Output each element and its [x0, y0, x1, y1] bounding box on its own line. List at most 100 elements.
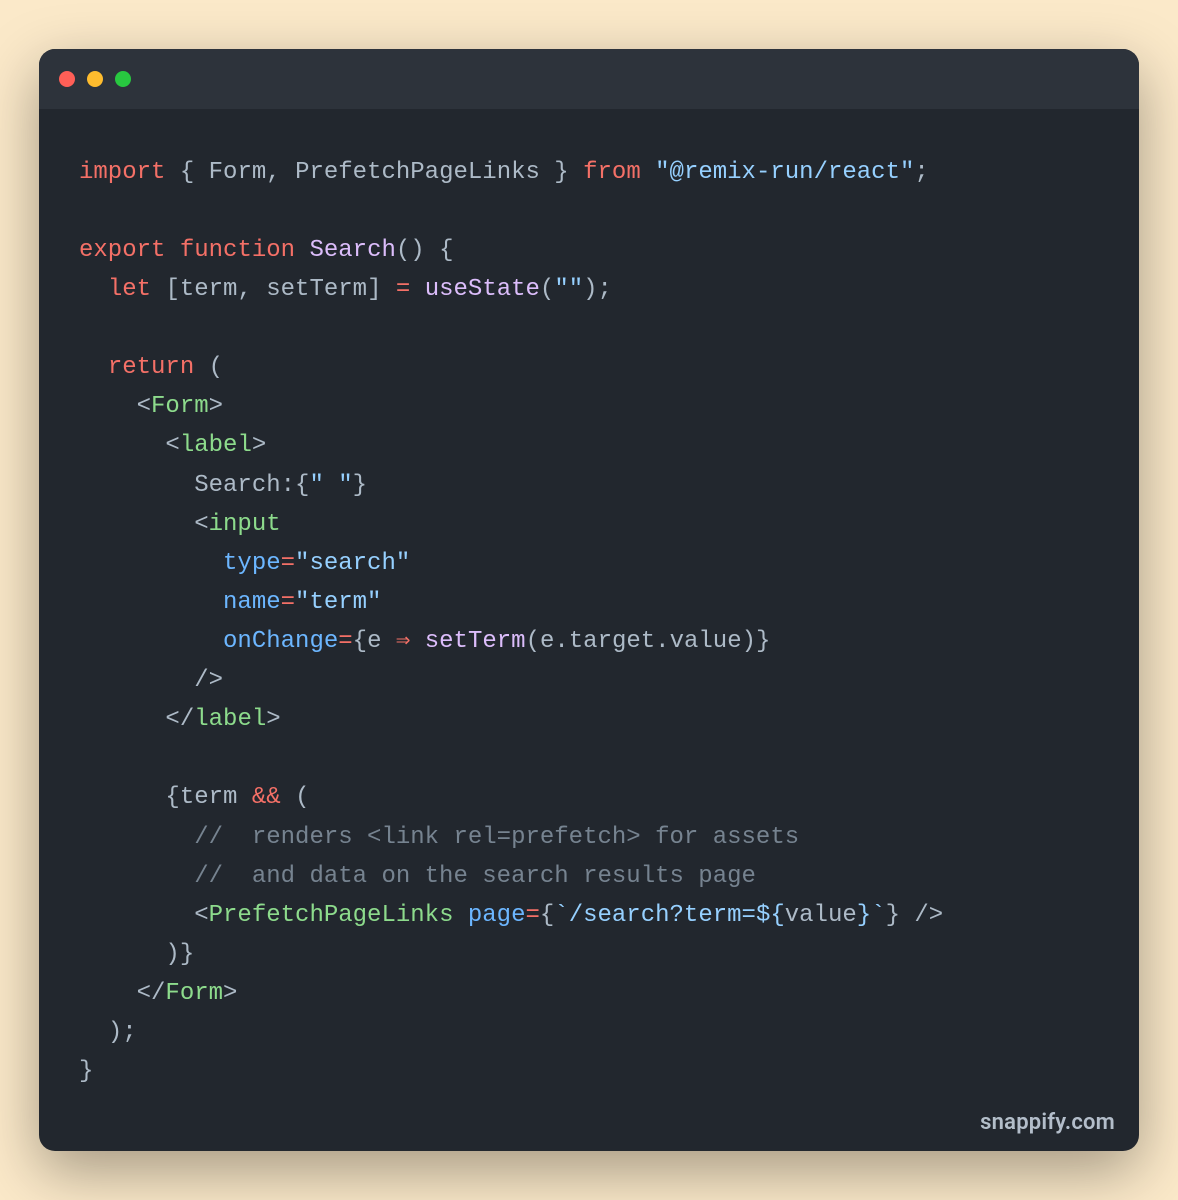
indent [79, 706, 165, 733]
indent [79, 589, 223, 616]
jsx-tag: Form [165, 980, 223, 1007]
angle: > [223, 980, 237, 1007]
brace: } [353, 472, 367, 499]
jsx-tag: Form [151, 393, 209, 420]
minimize-dot[interactable] [87, 71, 103, 87]
angle: < [165, 432, 179, 459]
brace: } [886, 902, 900, 929]
eq: = [338, 628, 352, 655]
sp [295, 237, 309, 264]
jsx-attr: page [468, 902, 526, 929]
angle: < [137, 393, 151, 420]
kw-export: export [79, 237, 165, 264]
string: " " [309, 472, 352, 499]
code-block: import { Form, PrefetchPageLinks } from … [39, 109, 1139, 1152]
brace: { [353, 628, 367, 655]
kw-import: import [79, 159, 165, 186]
indent [79, 511, 194, 538]
paren: ( [209, 354, 223, 381]
angle: > [252, 432, 266, 459]
param: e [367, 628, 381, 655]
string: "search" [295, 550, 410, 577]
sp [165, 237, 179, 264]
jsx-tag: PrefetchPageLinks [209, 902, 454, 929]
fn-name: Search [309, 237, 395, 264]
identifier: PrefetchPageLinks [295, 159, 540, 186]
eq: = [381, 276, 424, 303]
sp [237, 784, 251, 811]
comment: // renders <link rel=prefetch> for asset… [194, 824, 799, 851]
op-and: && [252, 784, 281, 811]
template-literal: `/search?term= [554, 902, 756, 929]
self-close: /> [194, 667, 223, 694]
indent [79, 354, 108, 381]
paren: ( [295, 784, 309, 811]
indent [79, 1019, 108, 1046]
indent [79, 863, 194, 890]
indent [79, 550, 223, 577]
paren: ( [540, 276, 554, 303]
identifier: Form [209, 159, 267, 186]
indent [79, 472, 194, 499]
angle: < [194, 902, 208, 929]
identifier: term [180, 784, 238, 811]
kw-let: let [108, 276, 151, 303]
angle: </ [165, 706, 194, 733]
brace: { [295, 472, 309, 499]
kw-from: from [583, 159, 641, 186]
arrow: ⇒ [381, 628, 424, 655]
angle: </ [137, 980, 166, 1007]
template-expr-close: } [857, 902, 871, 929]
indent [79, 824, 194, 851]
jsx-attr: name [223, 589, 281, 616]
fn-call: setTerm [425, 628, 526, 655]
jsx-tag: input [209, 511, 281, 538]
brace: { [165, 159, 208, 186]
window-titlebar [39, 49, 1139, 109]
template-expr-open: ${ [756, 902, 785, 929]
close-brace: } [79, 1058, 93, 1085]
indent [79, 902, 194, 929]
jsx-tag: label [180, 432, 252, 459]
semi: ; [914, 159, 928, 186]
string: "term" [295, 589, 381, 616]
kw-return: return [108, 354, 194, 381]
indent [79, 628, 223, 655]
eq: = [525, 902, 539, 929]
indent [79, 276, 108, 303]
comma: , [266, 159, 295, 186]
indent [79, 393, 137, 420]
indent [79, 432, 165, 459]
parens: () { [396, 237, 454, 264]
zoom-dot[interactable] [115, 71, 131, 87]
close: )} [165, 941, 194, 968]
sp [900, 902, 914, 929]
call: (e.target.value)} [526, 628, 771, 655]
template-literal: ` [871, 902, 885, 929]
string: "@remix-run/react" [655, 159, 914, 186]
angle: > [209, 393, 223, 420]
sp [194, 354, 208, 381]
brace: } [540, 159, 583, 186]
paren: ); [583, 276, 612, 303]
code-window: import { Form, PrefetchPageLinks } from … [39, 49, 1139, 1152]
comment: // and data on the search results page [194, 863, 756, 890]
watermark: snappify.com [980, 1110, 1115, 1135]
indent [79, 667, 194, 694]
text: Search: [194, 472, 295, 499]
sp [151, 276, 165, 303]
angle: > [266, 706, 280, 733]
string: "" [554, 276, 583, 303]
close-dot[interactable] [59, 71, 75, 87]
sp [453, 902, 467, 929]
fn-call: useState [425, 276, 540, 303]
kw-function: function [180, 237, 295, 264]
identifier: value [785, 902, 857, 929]
eq: = [281, 589, 295, 616]
indent [79, 941, 165, 968]
angle: < [194, 511, 208, 538]
jsx-attr: onChange [223, 628, 338, 655]
eq: = [281, 550, 295, 577]
brace: { [540, 902, 554, 929]
sp [281, 784, 295, 811]
